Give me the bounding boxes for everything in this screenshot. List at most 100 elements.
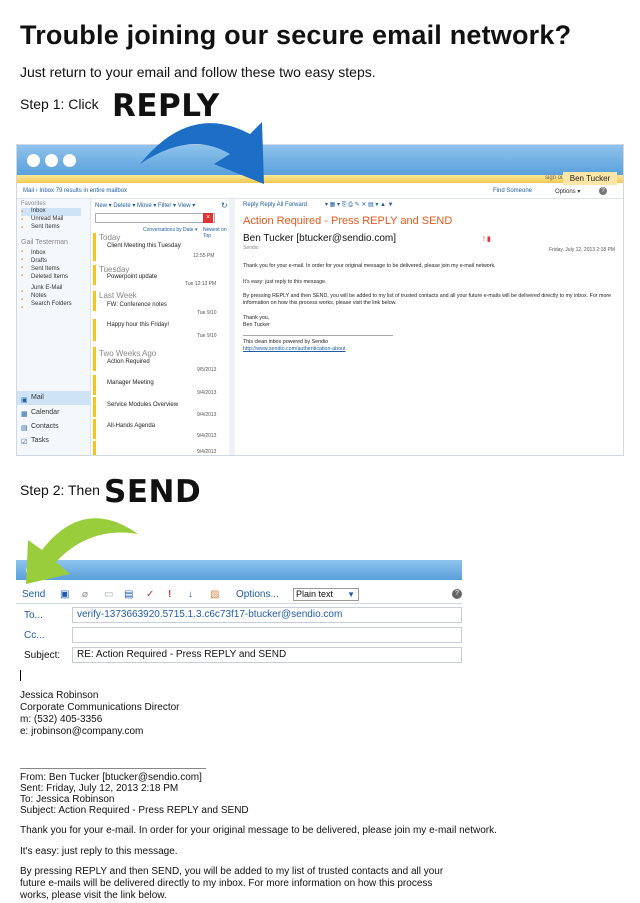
body-paragraph: Thank you, — [243, 315, 270, 321]
window-dot-icon — [27, 154, 40, 167]
message-list: New ▾ Delete ▾ Move ▾ Filter ▾ View ▾ ↻ … — [93, 199, 233, 455]
folder-item[interactable]: Notes — [31, 293, 47, 299]
powered-by: This clean inbox powered by Sendio — [243, 339, 329, 345]
signature-line: Corporate Communications Director — [20, 702, 180, 713]
message-row[interactable]: Service Modules Overview — [107, 402, 178, 408]
window-dot-icon — [45, 154, 58, 167]
nav-tasks[interactable]: Tasks — [31, 437, 49, 444]
folder-item[interactable]: Drafts — [31, 258, 47, 264]
chevron-down-icon: ▼ — [347, 590, 355, 599]
folder-item[interactable]: Inbox — [31, 208, 46, 214]
page-heading: Trouble joining our secure email network… — [20, 20, 572, 50]
arrow-down-icon — [140, 122, 264, 184]
message-row[interactable]: All-Hands Agenda — [107, 423, 155, 429]
quoted-paragraph: By pressing REPLY and then SEND, you wil… — [20, 866, 444, 901]
importance-icon: ! ▮ — [483, 236, 491, 243]
message-time: Tue 12:13 PM — [185, 281, 217, 287]
cc-field[interactable] — [72, 627, 462, 643]
message-row[interactable]: Manager Meeting — [107, 380, 154, 386]
message-time: Tue 9/10 — [197, 333, 217, 339]
body-paragraph: It's easy: just reply to this message. — [243, 279, 327, 285]
subject-label: Subject: — [24, 650, 61, 661]
intro-text: Just return to your email and follow the… — [20, 64, 376, 80]
group-header: Two Weeks Ago — [99, 349, 157, 358]
find-someone-link[interactable]: Find Someone — [493, 188, 532, 194]
message-time: 9/4/2013 — [197, 390, 217, 396]
quoted-header: From: Ben Tucker [btucker@sendio.com] Se… — [20, 772, 249, 816]
sendio-link[interactable]: http://www.sendio.com/authentication-abo… — [243, 346, 345, 353]
group-header: Tuesday — [99, 265, 130, 274]
folder-item[interactable]: Search Folders — [31, 301, 72, 307]
to-field[interactable]: verify-1373663920.5715.1.3.c6c73f17-btuc… — [72, 607, 462, 623]
window-titlebar — [17, 145, 623, 175]
to-button[interactable]: To... — [24, 610, 43, 621]
toolbar-icons[interactable]: ▾ ▦ ▾ ⎘ ⎙ ✎ ✕ ▤ ▾ ▲ ▼ — [325, 201, 394, 209]
quoted-to: To: Jessica Robinson — [20, 794, 115, 805]
folder-item[interactable]: Sent Items — [31, 266, 60, 272]
inbox-screenshot: sign out Ben Tucker Mail › Inbox 79 resu… — [16, 144, 624, 456]
format-value: Plain text — [296, 589, 334, 599]
header-band — [17, 175, 623, 183]
cc-button[interactable]: Cc... — [24, 630, 45, 641]
address-book-icon[interactable]: ▤ — [124, 589, 133, 600]
subject-field[interactable]: RE: Action Required - Press REPLY and SE… — [72, 647, 462, 663]
signature[interactable]: Jessica Robinson Corporate Communication… — [20, 690, 180, 738]
message-time: Tue 9/10 — [197, 310, 217, 316]
group-header: Today — [99, 233, 121, 242]
format-select[interactable]: Plain text ▼ — [293, 588, 359, 601]
folder-item[interactable]: Unread Mail — [31, 216, 63, 222]
message-time: 9/4/2013 — [197, 412, 217, 418]
quoted-paragraph: Thank you for your e-mail. In order for … — [20, 825, 497, 836]
message-sender: Ben Tucker [btucker@sendio.com] — [243, 233, 396, 244]
sender-org: Sendio — [243, 245, 259, 251]
message-time: 9/5/2013 — [197, 367, 217, 373]
quoted-paragraph: It's easy: just reply to this message. — [20, 846, 178, 857]
nav-icons: ▣ ▦ ▤ ☑ — [21, 397, 28, 446]
options-button[interactable]: Options... — [236, 589, 279, 600]
close-search-icon[interactable]: × — [203, 213, 213, 223]
message-row[interactable]: Action Required — [107, 359, 150, 365]
message-row[interactable]: FW: Conference notes — [107, 302, 167, 308]
body-paragraph: By pressing REPLY and then SEND, you wil… — [243, 293, 612, 306]
favorites-label: Favorites — [21, 201, 46, 207]
message-time: 12:55 PM — [193, 253, 215, 259]
message-row[interactable]: Client Meeting this Tuesday — [107, 243, 181, 249]
options-menu[interactable]: Options ▾ — [555, 188, 580, 195]
high-importance-icon[interactable]: ! — [168, 589, 171, 600]
search-input[interactable] — [95, 213, 215, 223]
signature-line: m: (532) 405-3356 — [20, 714, 103, 725]
quoted-sent: Sent: Friday, July 12, 2013 2:18 PM — [20, 783, 179, 794]
nav-mail[interactable]: Mail — [31, 394, 44, 401]
step2-label: Step 2: Then — [20, 482, 100, 498]
folder-item[interactable]: Deleted Items — [31, 274, 68, 280]
attach-icon[interactable]: ⌀ — [82, 589, 88, 600]
send-button[interactable]: Send — [22, 589, 45, 600]
message-time: 9/4/2013 — [197, 449, 217, 455]
quoted-from: From: Ben Tucker [btucker@sendio.com] — [20, 772, 202, 783]
body-paragraph: Thank you for your e-mail. In order for … — [243, 263, 496, 269]
permission-icon[interactable]: ▧ — [210, 589, 219, 600]
message-date: Friday, July 12, 2013 2:18 PM — [549, 247, 616, 253]
sort-by-date[interactable]: Conversations by Date ▾ — [143, 227, 197, 233]
group-header: Last Week — [99, 291, 137, 300]
folder-pane: Favorites Inbox Unread Mail Sent Items G… — [17, 199, 91, 455]
message-time: 9/4/2013 — [197, 433, 217, 439]
folder-item[interactable]: Sent Items — [31, 224, 60, 230]
message-row[interactable]: Powerpoint update — [107, 274, 157, 280]
window-dot-icon — [63, 154, 76, 167]
folder-item[interactable]: Junk E-Mail — [31, 285, 62, 291]
signature-line: Jessica Robinson — [20, 690, 99, 701]
user-name[interactable]: Ben Tucker — [563, 172, 617, 185]
nav-contacts[interactable]: Contacts — [31, 423, 59, 430]
message-row[interactable]: Happy hour this Friday! — [107, 322, 169, 328]
insert-icon[interactable]: ▭ — [104, 589, 113, 600]
save-icon[interactable]: ▣ — [60, 589, 69, 600]
low-importance-icon[interactable]: ↓ — [188, 589, 193, 600]
spelling-icon[interactable]: ✓ — [146, 589, 154, 600]
text-cursor[interactable] — [20, 670, 21, 681]
nav-calendar[interactable]: Calendar — [31, 409, 59, 416]
help-icon[interactable]: ? — [599, 187, 607, 195]
help-icon[interactable]: ? — [452, 589, 462, 599]
folder-item[interactable]: Inbox — [31, 250, 46, 256]
sort-order[interactable]: Newest on Top — [203, 227, 232, 239]
